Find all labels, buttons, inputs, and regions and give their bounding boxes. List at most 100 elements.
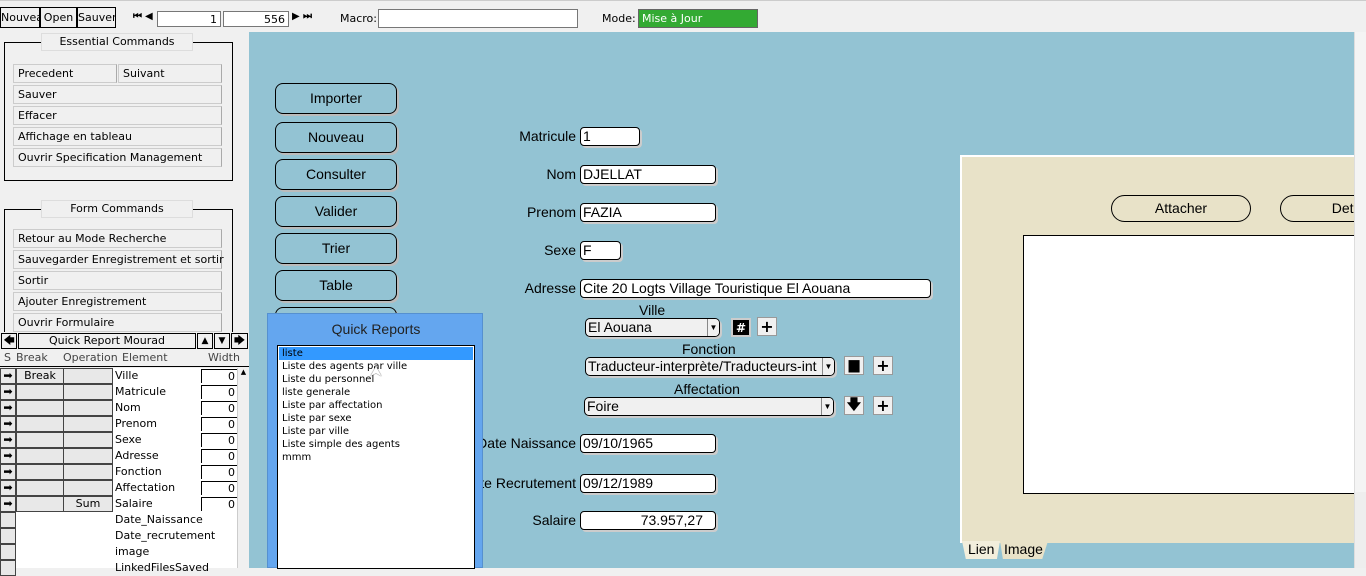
matricule-field[interactable]: 1 <box>580 127 640 146</box>
table-row[interactable]: Date_recrutement <box>0 528 237 544</box>
importer-button[interactable]: Importer <box>275 83 397 114</box>
report-list-item[interactable]: liste generale <box>279 386 473 399</box>
table-row[interactable]: ➡ Fonction 0 <box>0 464 237 480</box>
table-row[interactable]: LinkedFilesSaved <box>0 560 237 576</box>
sortir-button[interactable]: Sortir <box>13 271 222 290</box>
row-selector[interactable] <box>0 560 16 576</box>
width-cell[interactable]: 0 <box>201 369 237 383</box>
table-row[interactable]: ➡ Prenom 0 <box>0 416 237 432</box>
width-cell[interactable]: 0 <box>201 401 237 415</box>
recrutement-field[interactable]: 09/12/1989 <box>580 474 716 493</box>
naissance-field[interactable]: 09/10/1965 <box>580 434 716 453</box>
effacer-button[interactable]: Effacer <box>13 106 222 125</box>
table-button[interactable]: Table <box>275 270 397 301</box>
prev-record-icon[interactable]: ◀ <box>145 11 153 22</box>
element-cell[interactable]: Prenom <box>115 416 157 432</box>
arrow-down-icon[interactable]: 🡇 <box>844 396 864 415</box>
tab-image[interactable]: Image <box>1000 541 1048 559</box>
table-row[interactable]: ➡ Nom 0 <box>0 400 237 416</box>
table-row[interactable]: Date_Naissance <box>0 512 237 528</box>
row-arrow-icon[interactable]: ➡ <box>0 368 16 384</box>
row-selector[interactable] <box>0 512 16 528</box>
break-cell[interactable] <box>16 400 64 416</box>
element-cell[interactable]: Fonction <box>115 464 162 480</box>
row-arrow-icon[interactable]: ➡ <box>0 384 16 400</box>
row-arrow-icon[interactable]: ➡ <box>0 416 16 432</box>
sauver-button[interactable]: Sauver <box>13 85 222 104</box>
break-cell[interactable] <box>16 496 64 512</box>
width-cell[interactable]: 0 <box>201 433 237 447</box>
nav-left-icon[interactable]: 🡄 <box>1 333 17 349</box>
sexe-field[interactable]: F <box>580 241 621 260</box>
grid-scrollbar[interactable]: ▲ <box>237 368 249 568</box>
report-list-item[interactable]: liste <box>279 347 473 360</box>
operation-cell[interactable] <box>63 384 113 400</box>
quick-report-title[interactable]: Quick Report Mourad <box>18 333 196 349</box>
open-button[interactable]: Open <box>40 7 77 28</box>
consulter-button[interactable]: Consulter <box>275 159 397 190</box>
report-list-item[interactable]: Liste simple des agents <box>279 438 473 451</box>
element-cell[interactable]: Date_recrutement <box>115 528 215 544</box>
save-button[interactable]: Sauver <box>77 7 116 28</box>
prenom-field[interactable]: FAZIA <box>580 203 716 222</box>
report-list-item[interactable]: Liste par affectation <box>279 399 473 412</box>
width-cell[interactable]: 0 <box>201 417 237 431</box>
row-arrow-icon[interactable]: ➡ <box>0 448 16 464</box>
add-fonction-icon[interactable]: + <box>873 356 893 375</box>
suivant-button[interactable]: Suivant <box>118 64 222 83</box>
element-cell[interactable]: LinkedFilesSaved <box>115 560 209 576</box>
nav-right-icon[interactable]: 🡆 <box>231 333 248 349</box>
operation-cell[interactable] <box>63 464 113 480</box>
width-cell[interactable]: 0 <box>201 465 237 479</box>
operation-cell[interactable] <box>63 416 113 432</box>
record-current-field[interactable]: 1 <box>157 11 221 27</box>
element-cell[interactable]: Affectation <box>115 480 175 496</box>
salaire-field[interactable]: 73.957,27 <box>580 511 716 530</box>
ville-dropdown[interactable]: El Aouana ▼ <box>585 318 720 337</box>
report-list-item[interactable]: mmm <box>279 451 473 464</box>
width-cell[interactable]: 0 <box>201 481 237 495</box>
row-arrow-icon[interactable]: ➡ <box>0 432 16 448</box>
affectation-dropdown[interactable]: Foire ▼ <box>584 397 834 416</box>
tab-lien[interactable]: Lien <box>962 541 1000 559</box>
row-arrow-icon[interactable]: ➡ <box>0 464 16 480</box>
table-row[interactable]: ➡ Matricule 0 <box>0 384 237 400</box>
hash-icon[interactable]: # <box>731 318 751 337</box>
scrollbar-thumb[interactable] <box>1355 32 1366 492</box>
break-cell[interactable] <box>16 384 64 400</box>
element-cell[interactable]: Adresse <box>115 448 159 464</box>
nouveau-button[interactable]: Nouveau <box>275 122 397 153</box>
table-row[interactable]: ➡ Affectation 0 <box>0 480 237 496</box>
table-row[interactable]: ➡ Break Ville 0 <box>0 368 237 384</box>
break-cell[interactable] <box>16 464 64 480</box>
row-arrow-icon[interactable]: ➡ <box>0 400 16 416</box>
add-ville-icon[interactable]: + <box>757 317 777 336</box>
break-cell[interactable] <box>16 432 64 448</box>
precedent-button[interactable]: Precedent <box>13 64 117 83</box>
table-row[interactable]: ➡ Sexe 0 <box>0 432 237 448</box>
valider-button[interactable]: Valider <box>275 196 397 227</box>
fonction-dropdown[interactable]: Traducteur-interprète/Traducteurs-int ▼ <box>585 357 835 376</box>
table-row[interactable]: ➡ Adresse 0 <box>0 448 237 464</box>
next-record-icon[interactable]: ▶ <box>292 11 300 22</box>
retour-recherche-button[interactable]: Retour au Mode Recherche <box>13 229 222 248</box>
first-record-icon[interactable]: ⏮ <box>133 11 142 22</box>
report-list-item[interactable]: Liste par sexe <box>279 412 473 425</box>
width-cell[interactable]: 0 <box>201 385 237 399</box>
new-button[interactable]: Nouveau <box>0 7 40 28</box>
operation-cell[interactable] <box>63 480 113 496</box>
element-cell[interactable]: image <box>115 544 149 560</box>
break-cell[interactable] <box>16 416 64 432</box>
scroll-down-icon[interactable]: ▼ <box>214 333 230 349</box>
sauvegarder-sortir-button[interactable]: Sauvegarder Enregistrement et sortir <box>13 250 224 269</box>
operation-cell[interactable]: Sum <box>63 496 113 512</box>
break-cell[interactable] <box>16 448 64 464</box>
last-record-icon[interactable]: ⏭ <box>303 11 312 22</box>
table-row[interactable]: image <box>0 544 237 560</box>
ouvrir-specification-button[interactable]: Ouvrir Specification Management <box>13 148 222 167</box>
break-cell[interactable] <box>16 480 64 496</box>
element-cell[interactable]: Matricule <box>115 384 166 400</box>
scroll-up-icon[interactable]: ▲ <box>197 333 213 349</box>
element-cell[interactable]: Sexe <box>115 432 142 448</box>
operation-cell[interactable] <box>63 448 113 464</box>
